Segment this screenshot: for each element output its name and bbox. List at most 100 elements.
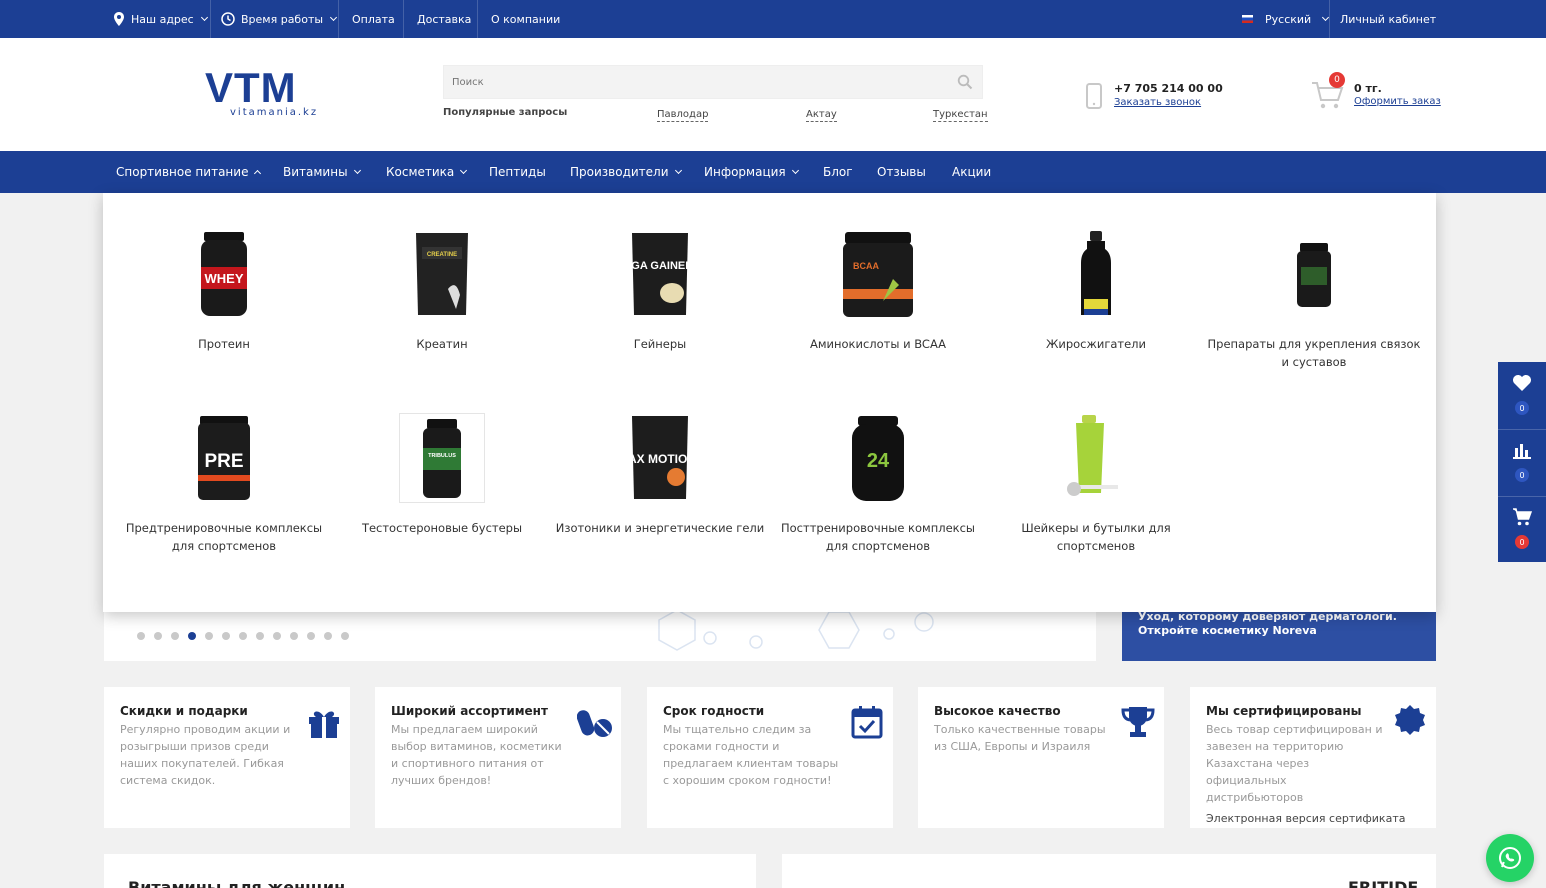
search-icon[interactable] bbox=[957, 74, 973, 90]
category-gainers[interactable]: MEGA GAINER Гейнеры bbox=[551, 229, 769, 353]
nav-item-manufacturers[interactable]: Производители bbox=[570, 151, 682, 193]
women-vitamins-section: Витамины для женщин bbox=[104, 854, 756, 888]
nav-item-label: Пептиды bbox=[489, 165, 546, 179]
category-fat-burners[interactable]: Жиросжигатели bbox=[987, 229, 1205, 353]
category-isotonics[interactable]: MAX MOTION Изотоники и энергетические ге… bbox=[551, 413, 769, 537]
slider-dot[interactable] bbox=[256, 632, 264, 640]
search-box bbox=[443, 65, 983, 99]
whatsapp-button[interactable] bbox=[1486, 834, 1534, 882]
side-cart-button[interactable]: 0 bbox=[1498, 496, 1546, 562]
product-label: MAX MOTION bbox=[618, 452, 696, 466]
quick-link-turkestan[interactable]: Туркестан bbox=[933, 109, 988, 122]
category-label: Посттренировочные комплексы для спортсме… bbox=[781, 521, 975, 553]
slider-dot[interactable] bbox=[137, 632, 145, 640]
slider-dot[interactable] bbox=[273, 632, 281, 640]
category-amino-bcaa[interactable]: BCAA Аминокислоты и BCAA bbox=[769, 229, 987, 353]
nav-item-label: Блог bbox=[823, 165, 853, 179]
logo[interactable]: VTM vitamania.kz bbox=[205, 67, 325, 123]
site-header: VTM vitamania.kz Популярные запросы Павл… bbox=[0, 38, 1546, 151]
logo-domain: vitamania.kz bbox=[230, 107, 319, 118]
category-label: Предтренировочные комплексы для спортсме… bbox=[125, 521, 323, 553]
chevron-down-icon bbox=[330, 13, 338, 22]
nav-item-reviews[interactable]: Отзывы bbox=[877, 151, 926, 193]
post-workout-image: 24 bbox=[828, 413, 928, 503]
feature-assortment: Широкий ассортимент Мы предлагаем широки… bbox=[375, 687, 621, 828]
account-link[interactable]: Личный кабинет bbox=[1340, 0, 1436, 38]
category-testosterone[interactable]: TRIBULUS Тестостероновые бустеры bbox=[333, 413, 551, 537]
category-joints[interactable]: Препараты для укрепления связок и сустав… bbox=[1205, 229, 1423, 371]
certificate-icon bbox=[1395, 705, 1425, 735]
address-menu[interactable]: Наш адрес bbox=[113, 0, 208, 38]
whatsapp-icon bbox=[1499, 847, 1521, 869]
bar-chart-icon bbox=[1513, 444, 1531, 459]
nav-item-blog[interactable]: Блог bbox=[823, 151, 853, 193]
divider bbox=[338, 0, 339, 38]
quick-link-aktau[interactable]: Актау bbox=[806, 109, 837, 122]
gainers-image: MEGA GAINER bbox=[610, 229, 710, 319]
quick-link-pavlodar[interactable]: Павлодар bbox=[657, 109, 709, 122]
feature-discounts: Скидки и подарки Регулярно проводим акци… bbox=[104, 687, 350, 828]
nav-item-label: Косметика bbox=[386, 165, 455, 179]
address-label: Наш адрес bbox=[131, 12, 194, 26]
phone-number[interactable]: +7 705 214 00 00 bbox=[1114, 82, 1223, 95]
slider-dot[interactable] bbox=[307, 632, 315, 640]
product-label: PRE bbox=[204, 451, 243, 472]
slider-dot[interactable] bbox=[154, 632, 162, 640]
nav-item-promotions[interactable]: Акции bbox=[952, 151, 991, 193]
clock-icon bbox=[221, 12, 235, 26]
nav-item-label: Спортивное питание bbox=[116, 165, 249, 179]
category-shakers[interactable]: Шейкеры и бутылки для спортсменов bbox=[987, 413, 1205, 555]
main-nav: Спортивное питание Витамины Косметика Пе… bbox=[0, 151, 1546, 193]
protein-image: WHEY bbox=[174, 229, 274, 319]
isotonics-image: MAX MOTION bbox=[610, 413, 710, 503]
category-protein[interactable]: WHEY Протеин bbox=[115, 229, 333, 353]
hours-menu[interactable]: Время работы bbox=[221, 0, 338, 38]
category-label: Креатин bbox=[416, 337, 468, 351]
product-label: BCAA bbox=[853, 261, 879, 271]
about-link[interactable]: О компании bbox=[491, 0, 560, 38]
feature-certified: Мы сертифицированы Весь товар сертифицир… bbox=[1190, 687, 1436, 828]
category-label: Гейнеры bbox=[633, 337, 687, 351]
slider-dot[interactable] bbox=[205, 632, 213, 640]
slider-dot[interactable] bbox=[222, 632, 230, 640]
language-select[interactable]: Русский bbox=[1242, 0, 1330, 38]
nav-item-label: Информация bbox=[704, 165, 786, 179]
slider-dot[interactable] bbox=[239, 632, 247, 640]
side-cart-count: 0 bbox=[1515, 535, 1529, 549]
delivery-link[interactable]: Доставка bbox=[417, 0, 471, 38]
nav-item-cosmetics[interactable]: Косметика bbox=[386, 151, 468, 193]
nav-item-sport-nutrition[interactable]: Спортивное питание bbox=[116, 151, 262, 193]
compare-button[interactable]: 0 bbox=[1498, 429, 1546, 495]
favorites-button[interactable]: 0 bbox=[1498, 362, 1546, 428]
callback-link[interactable]: Заказать звонок bbox=[1114, 97, 1201, 108]
category-pre-workout[interactable]: PRE Предтренировочные комплексы для спор… bbox=[115, 413, 333, 555]
popular-queries-label: Популярные запросы bbox=[443, 107, 568, 118]
slider-dot-active[interactable] bbox=[188, 632, 196, 640]
feature-title: Срок годности bbox=[663, 704, 765, 718]
slider-dot[interactable] bbox=[341, 632, 349, 640]
certificate-link[interactable]: Электронная версия сертификата bbox=[1206, 812, 1420, 825]
category-label: Препараты для укрепления связок и сустав… bbox=[1207, 337, 1421, 369]
feature-quality: Высокое качество Только качественные тов… bbox=[918, 687, 1164, 828]
language-label: Русский bbox=[1265, 12, 1312, 26]
category-creatine[interactable]: CREATINE Креатин bbox=[333, 229, 551, 353]
floating-side-panel: 0 0 0 bbox=[1498, 362, 1546, 562]
slider-dot[interactable] bbox=[324, 632, 332, 640]
nav-item-info[interactable]: Информация bbox=[704, 151, 799, 193]
nav-item-peptides[interactable]: Пептиды bbox=[489, 151, 546, 193]
slider-dot[interactable] bbox=[290, 632, 298, 640]
checkout-link[interactable]: Оформить заказ bbox=[1354, 96, 1441, 107]
brand-section: ERITIDE bbox=[782, 854, 1436, 888]
category-post-workout[interactable]: 24 Посттренировочные комплексы для спорт… bbox=[769, 413, 987, 555]
slider-dot[interactable] bbox=[171, 632, 179, 640]
nav-item-vitamins[interactable]: Витамины bbox=[283, 151, 361, 193]
pre-workout-image: PRE bbox=[174, 413, 274, 503]
payment-link[interactable]: Оплата bbox=[352, 0, 395, 38]
search-input[interactable] bbox=[444, 66, 982, 98]
location-pin-icon bbox=[114, 12, 124, 26]
amino-image: BCAA bbox=[828, 229, 928, 319]
cart-count-badge: 0 bbox=[1329, 72, 1345, 88]
calendar-check-icon bbox=[851, 706, 883, 739]
top-bar: Наш адрес Время работы Оплата Доставка О… bbox=[0, 0, 1546, 38]
fat-burners-image bbox=[1046, 229, 1146, 319]
